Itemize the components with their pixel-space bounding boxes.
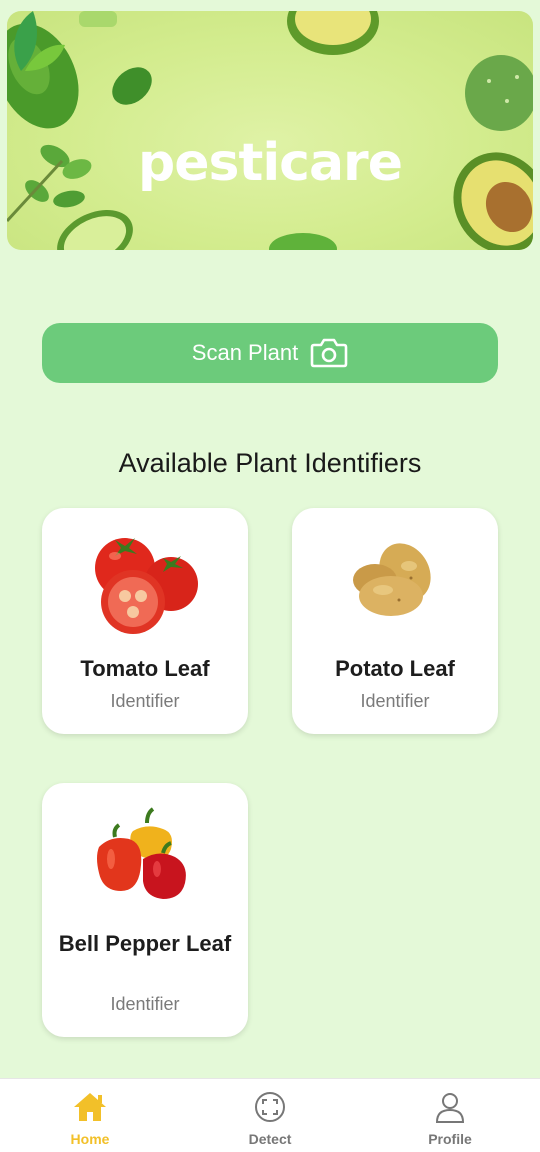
nav-label: Detect — [248, 1131, 292, 1147]
nav-label: Profile — [428, 1131, 472, 1147]
card-subtitle: Identifier — [110, 994, 180, 1014]
card-title: Tomato Leaf — [80, 656, 210, 681]
card-title: Potato Leaf — [335, 656, 455, 681]
bell-pepper-image — [42, 801, 248, 911]
bottom-navigation: Home Detect Profile — [0, 1078, 540, 1152]
nav-detect[interactable]: Detect — [180, 1079, 360, 1152]
tomato-leaf-card[interactable]: Tomato Leaf Identifier — [42, 508, 248, 734]
home-screen: pesticare Scan Plant Available Plant Ide… — [0, 0, 540, 1152]
potato-leaf-card[interactable]: Potato Leaf Identifier — [292, 508, 498, 734]
card-subtitle: Identifier — [360, 691, 430, 711]
hero-banner: pesticare — [7, 11, 533, 250]
section-title: Available Plant Identifiers — [118, 448, 422, 478]
card-subtitle: Identifier — [110, 691, 180, 711]
scan-plant-button[interactable]: Scan Plant — [42, 323, 498, 383]
banner-illustration — [7, 11, 533, 250]
card-title: Bell Pepper Leaf — [58, 931, 232, 956]
potato-image — [292, 526, 498, 636]
nav-profile[interactable]: Profile — [360, 1079, 540, 1152]
detect-icon — [254, 1091, 286, 1128]
nav-label: Home — [70, 1131, 110, 1147]
logo-leaf-icon — [14, 11, 65, 71]
scan-plant-label: Scan Plant — [191, 340, 299, 365]
tomato-image — [42, 526, 248, 636]
camera-icon — [310, 338, 348, 368]
bell-pepper-leaf-card[interactable]: Bell Pepper Leaf Identifier — [42, 783, 248, 1037]
app-logo: pesticare — [138, 133, 403, 193]
nav-home[interactable]: Home — [0, 1079, 180, 1152]
profile-icon — [434, 1091, 466, 1128]
home-icon — [72, 1091, 108, 1128]
